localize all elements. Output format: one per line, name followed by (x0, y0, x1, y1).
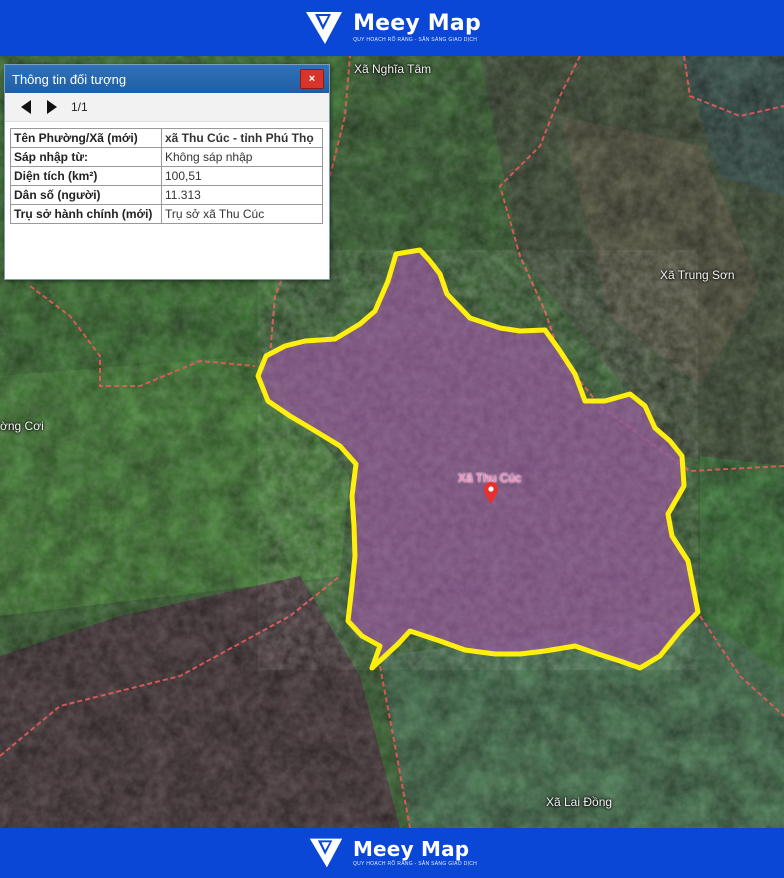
panel-title: Thông tin đối tượng (12, 71, 127, 87)
location-pin-icon[interactable] (484, 482, 498, 504)
map-label-nghia-tam: Xã Nghĩa Tâm (354, 62, 432, 76)
attr-value: Không sáp nhập (161, 147, 323, 167)
attr-key: Tên Phường/Xã (mới) (10, 128, 162, 148)
attr-key: Dân số (người) (10, 185, 162, 205)
table-row: Sáp nhập từ: Không sáp nhập (10, 147, 323, 167)
triangle-left-icon (21, 100, 31, 114)
attr-value: xã Thu Cúc - tỉnh Phú Thọ (161, 128, 323, 148)
brand-logo[interactable]: Meey Map QUY HOẠCH RÕ RÀNG - SẴN SÀNG GI… (303, 8, 481, 48)
attribute-table: Tên Phường/Xã (mới) xã Thu Cúc - tỉnh Phú… (10, 128, 323, 224)
top-brand-bar: Meey Map QUY HOẠCH RÕ RÀNG - SẴN SÀNG GI… (0, 0, 784, 56)
brand-tagline: QUY HOẠCH RÕ RÀNG - SẴN SÀNG GIAO DỊCH (353, 37, 478, 43)
table-row: Tên Phường/Xã (mới) xã Thu Cúc - tỉnh Phú… (10, 128, 323, 148)
triangle-right-icon (47, 100, 57, 114)
feature-info-panel[interactable]: Thông tin đối tượng × 1/1 Tên Phường/Xã … (4, 64, 330, 280)
next-page-button[interactable] (45, 99, 59, 115)
table-row: Diện tích (km²) 100,51 (10, 166, 323, 186)
attr-key: Trụ sở hành chính (mới) (10, 204, 162, 224)
meey-logo-icon (309, 838, 343, 868)
table-row: Dân số (người) 11.313 (10, 185, 323, 205)
map-label-vong-coi: ờng Cơi (0, 419, 44, 433)
attr-key: Diện tích (km²) (10, 166, 162, 186)
prev-page-button[interactable] (19, 99, 33, 115)
page-counter: 1/1 (71, 100, 88, 114)
brand-tagline-bottom: QUY HOẠCH RÕ RÀNG - SẴN SÀNG GIAO DỊCH (352, 861, 478, 867)
brand-logo-bottom[interactable]: Meey Map QUY HOẠCH RÕ RÀNG - SẴN SÀNG GI… (307, 835, 477, 871)
attr-key: Sáp nhập từ: (10, 147, 162, 167)
attr-value: 11.313 (161, 185, 323, 205)
panel-header[interactable]: Thông tin đối tượng × (5, 65, 329, 93)
brand-name-bottom: Meey Map (352, 837, 470, 861)
map-label-trung-son: Xã Trung Sơn (660, 268, 735, 282)
attr-value: 100,51 (161, 166, 323, 186)
table-row: Trụ sở hành chính (mới) Trụ sở xã Thu Cúc (10, 204, 323, 224)
meey-logo-icon (306, 12, 343, 44)
attr-value: Trụ sở xã Thu Cúc (161, 204, 323, 224)
bottom-brand-bar: Meey Map QUY HOẠCH RÕ RÀNG - SẴN SÀNG GI… (0, 828, 784, 878)
pager: 1/1 (5, 93, 329, 122)
close-button[interactable]: × (300, 69, 324, 89)
map-label-lai-dong: Xã Lai Đồng (546, 795, 613, 809)
brand-name: Meey Map (353, 11, 481, 36)
